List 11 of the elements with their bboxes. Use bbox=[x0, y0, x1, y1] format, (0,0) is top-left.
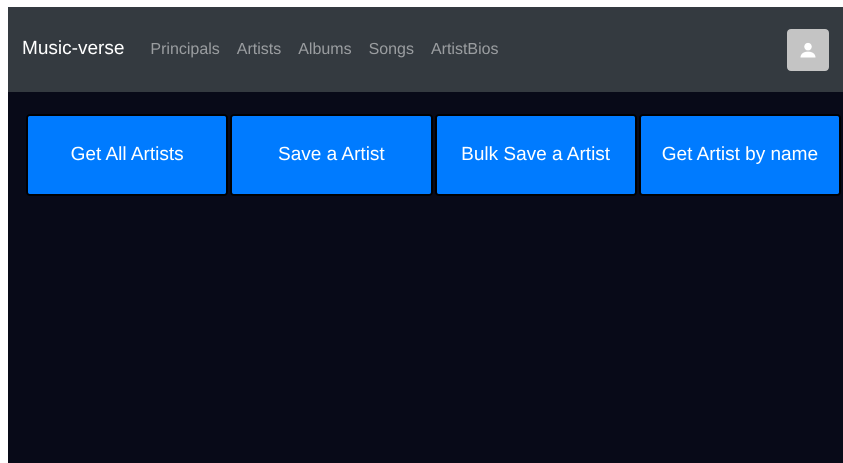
nav-link[interactable]: ArtistBios bbox=[430, 38, 499, 62]
nav-link[interactable]: Albums bbox=[298, 38, 352, 62]
nav-link[interactable]: Songs bbox=[368, 38, 414, 62]
nav-link[interactable]: Artists bbox=[236, 38, 282, 62]
action-button[interactable]: Get Artist by name bbox=[638, 114, 841, 196]
action-button[interactable]: Bulk Save a Artist bbox=[434, 114, 637, 196]
action-button[interactable]: Get All Artists bbox=[26, 114, 228, 196]
avatar-button[interactable] bbox=[787, 28, 829, 70]
brand-link[interactable]: Music-verse bbox=[22, 35, 124, 64]
action-button[interactable]: Save a Artist bbox=[230, 114, 432, 196]
nav-link[interactable]: Principals bbox=[150, 38, 220, 62]
